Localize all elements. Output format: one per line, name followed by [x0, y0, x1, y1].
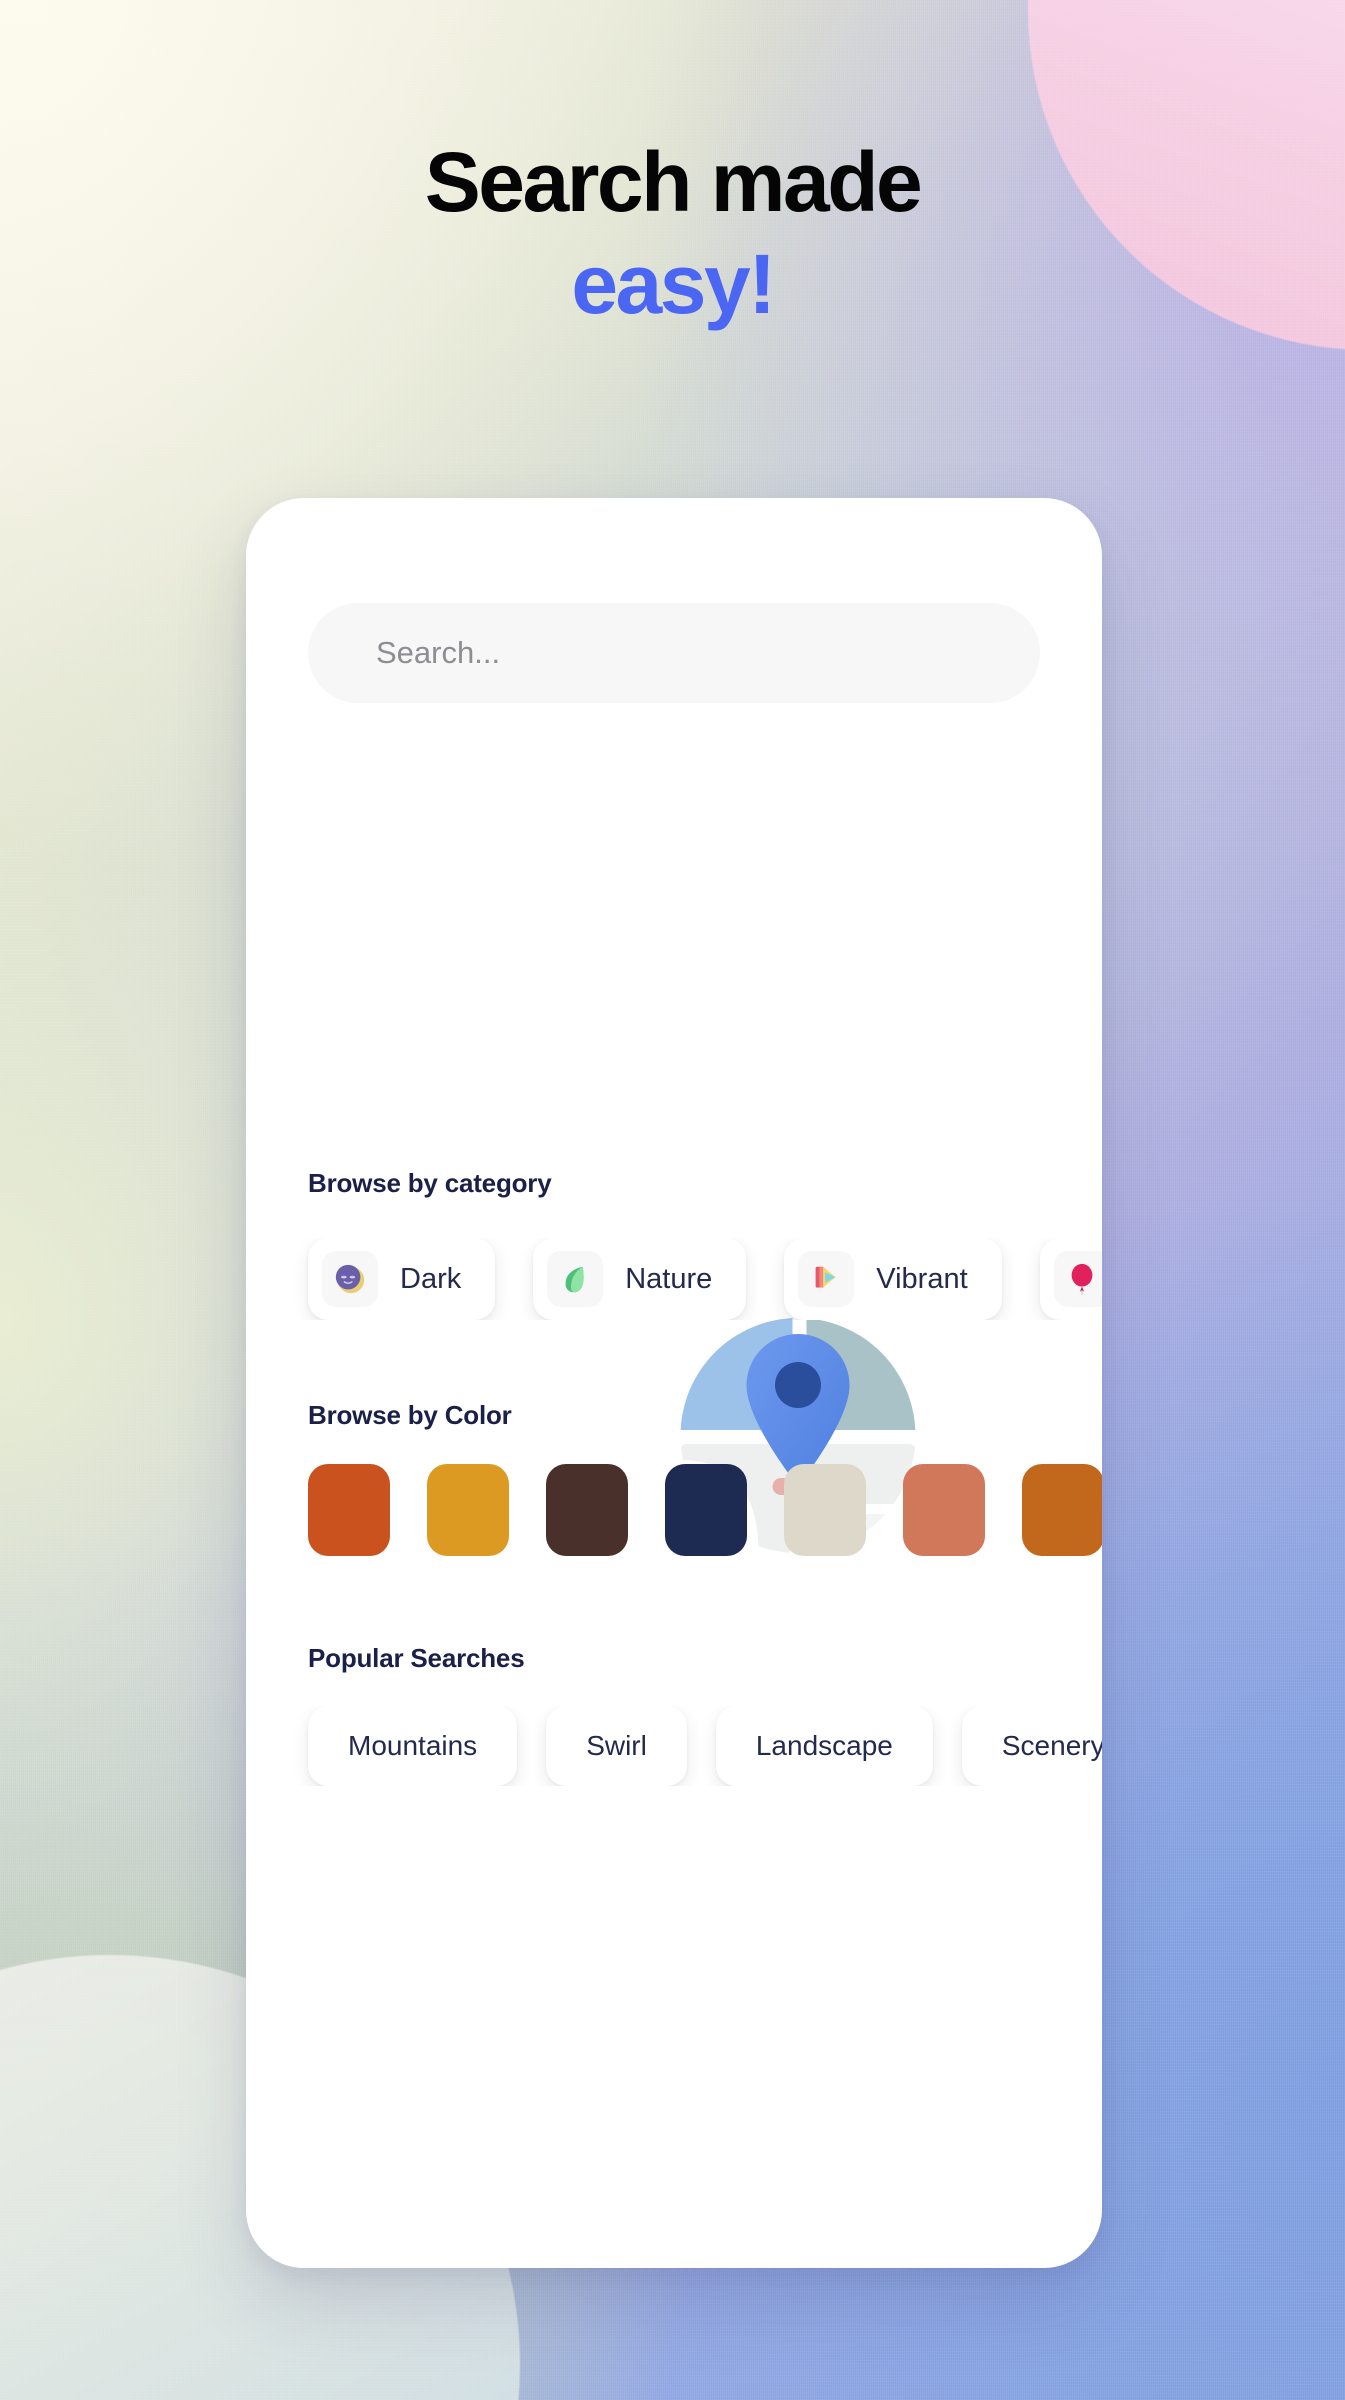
category-chip-label: Dark: [400, 1262, 462, 1295]
category-chip-vibrant[interactable]: Vibrant: [784, 1238, 1002, 1320]
popular-search-label: Landscape: [755, 1730, 893, 1761]
popular-search-chip[interactable]: Landscape: [715, 1706, 933, 1786]
category-chip-label: Nature: [625, 1262, 713, 1295]
category-chip-row[interactable]: Dark Nature Vibrant: [246, 1238, 1102, 1320]
headline-line-1: Search made: [424, 135, 923, 229]
phone-mockup-card: Search... Browse by category Dark Nature…: [246, 498, 1102, 2268]
popular-search-label: Scenery: [1001, 1730, 1102, 1761]
color-swatch-amber[interactable]: [427, 1464, 509, 1556]
search-placeholder: Search...: [376, 635, 501, 670]
color-swatch-cream[interactable]: [784, 1464, 866, 1556]
page-title: Search made easy!: [0, 135, 1345, 331]
popular-search-chip[interactable]: Swirl: [546, 1706, 687, 1786]
color-swatch-navy[interactable]: [665, 1464, 747, 1556]
category-chip-nature[interactable]: Nature: [533, 1238, 747, 1320]
category-section-title: Browse by category: [308, 1168, 552, 1198]
popular-search-chip[interactable]: Mountains: [308, 1706, 518, 1786]
color-swatch-icon: [798, 1251, 855, 1307]
color-swatch-salmon[interactable]: [903, 1464, 985, 1556]
popular-section-title: Popular Searches: [308, 1643, 525, 1673]
color-swatch-burnt-orange[interactable]: [308, 1464, 390, 1556]
category-chip-dark[interactable]: Dark: [308, 1238, 496, 1320]
moon-icon: [322, 1251, 378, 1307]
popular-search-label: Mountains: [348, 1730, 478, 1761]
category-chip-label: Vibrant: [876, 1262, 968, 1295]
color-swatch-row[interactable]: [246, 1464, 1102, 1556]
popular-search-label: Swirl: [586, 1730, 647, 1761]
balloon-icon: [1053, 1251, 1102, 1307]
category-chip-partial[interactable]: [1039, 1238, 1102, 1320]
popular-search-row[interactable]: Mountains Swirl Landscape Scenery: [246, 1706, 1102, 1786]
color-section-title: Browse by Color: [308, 1400, 512, 1430]
color-swatch-orange[interactable]: [1022, 1464, 1102, 1556]
color-swatch-dark-brown[interactable]: [546, 1464, 628, 1556]
popular-search-chip[interactable]: Scenery: [961, 1706, 1102, 1786]
leaf-icon: [547, 1251, 604, 1307]
headline-line-2: easy!: [571, 236, 776, 331]
search-input[interactable]: Search...: [308, 603, 1040, 703]
